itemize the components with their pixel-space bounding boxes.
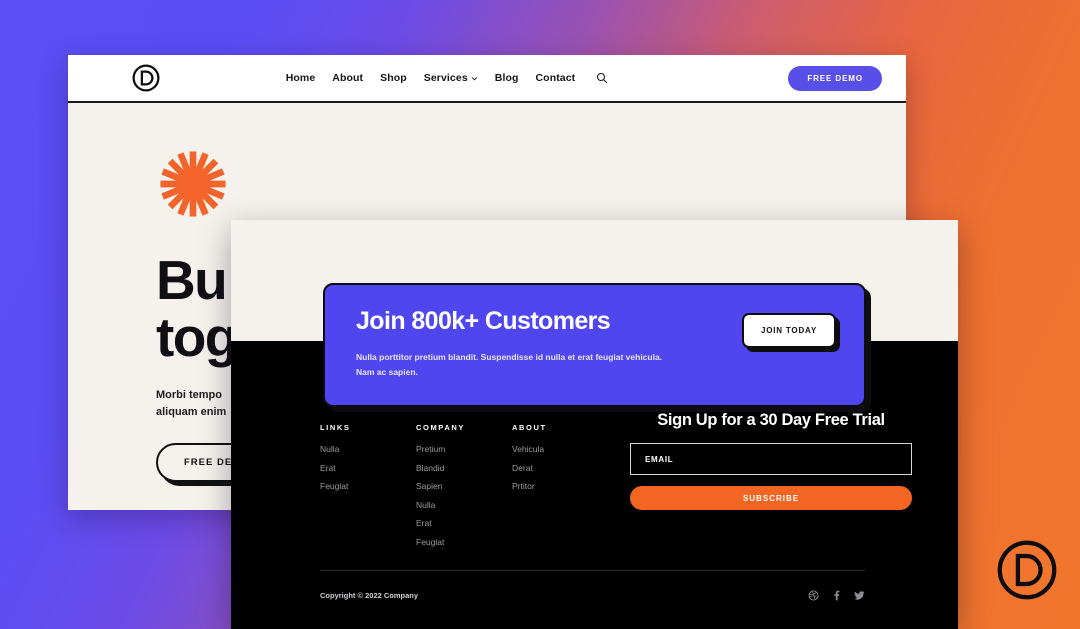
footer-link[interactable]: Erat [416, 518, 512, 528]
join-today-button[interactable]: JOIN TODAY [741, 313, 836, 348]
cta-banner: Join 800k+ Customers Nulla porttitor pre… [323, 283, 866, 407]
social-links [808, 590, 865, 601]
nav-label: Home [285, 72, 316, 84]
copyright-text: Copyright © 2022 Company [320, 591, 419, 600]
footer-link[interactable]: Derat [512, 463, 608, 473]
nav-item-blog[interactable]: Blog [495, 72, 519, 84]
footer-column-about: ABOUT Vehicula Derat Prtitor [512, 423, 608, 500]
footer-preview-panel: Join 800k+ Customers Nulla porttitor pre… [231, 220, 958, 629]
search-icon[interactable] [596, 72, 608, 84]
footer-link[interactable]: Prtitor [512, 481, 608, 491]
nav-label: Services [423, 72, 468, 84]
twitter-icon[interactable] [854, 590, 865, 601]
nav-label: Blog [494, 72, 519, 84]
divi-d-logo-icon [132, 64, 160, 92]
footer-column-heading: ABOUT [512, 423, 547, 432]
footer-column-company: COMPANY Pretium Blandid Sapien Nulla Era… [416, 423, 512, 555]
footer-link[interactable]: Nulla [416, 500, 512, 510]
nav-item-services[interactable]: Services [424, 72, 478, 84]
nav-item-home[interactable]: Home [286, 72, 316, 84]
footer-link[interactable]: Erat [320, 463, 416, 473]
chevron-down-icon [471, 76, 478, 80]
nav-label: Shop [380, 72, 407, 84]
cta-body-text: Nulla porttitor pretium blandit. Suspend… [356, 352, 663, 377]
screenshot-canvas: Home About Shop Services Blog Contact FR… [0, 0, 1080, 629]
header-actions: FREE DEMO [688, 65, 888, 91]
footer-link[interactable]: Sapien [416, 481, 512, 491]
footer-bottom-bar: Copyright © 2022 Company [320, 590, 865, 601]
nav-label: Contact [535, 72, 576, 84]
footer-link[interactable]: Nulla [320, 444, 416, 454]
footer-link[interactable]: Vehicula [512, 444, 608, 454]
orange-starburst-icon [160, 151, 226, 217]
footer-link[interactable]: Blandid [416, 463, 512, 473]
footer-link[interactable]: Feugiat [320, 481, 416, 491]
footer-columns: LINKS Nulla Erat Feugiat COMPANY Pretium… [320, 411, 912, 555]
footer-divider [320, 570, 865, 571]
dribbble-icon[interactable] [808, 590, 819, 601]
site-header: Home About Shop Services Blog Contact FR… [68, 55, 906, 103]
nav-item-about[interactable]: About [332, 72, 363, 84]
email-field[interactable]: EMAIL [630, 443, 912, 475]
footer-column-heading: LINKS [320, 423, 351, 432]
free-demo-button[interactable]: FREE DEMO [788, 65, 882, 91]
email-placeholder: EMAIL [645, 454, 674, 464]
footer-link[interactable]: Pretium [416, 444, 512, 454]
subscribe-button[interactable]: SUBSCRIBE [630, 486, 912, 510]
header-logo[interactable] [86, 63, 206, 93]
footer-link[interactable]: Feugiat [416, 537, 512, 547]
divi-watermark-logo-icon [997, 540, 1057, 600]
nav-item-shop[interactable]: Shop [380, 72, 407, 84]
newsletter-title: Sign Up for a 30 Day Free Trial [657, 411, 885, 429]
facebook-icon[interactable] [831, 590, 842, 601]
newsletter-signup: Sign Up for a 30 Day Free Trial EMAIL SU… [608, 411, 912, 510]
footer-column-heading: COMPANY [416, 423, 465, 432]
footer-column-links: LINKS Nulla Erat Feugiat [320, 423, 416, 500]
nav-item-contact[interactable]: Contact [536, 72, 576, 84]
primary-nav: Home About Shop Services Blog Contact [206, 72, 688, 84]
nav-label: About [332, 72, 364, 84]
